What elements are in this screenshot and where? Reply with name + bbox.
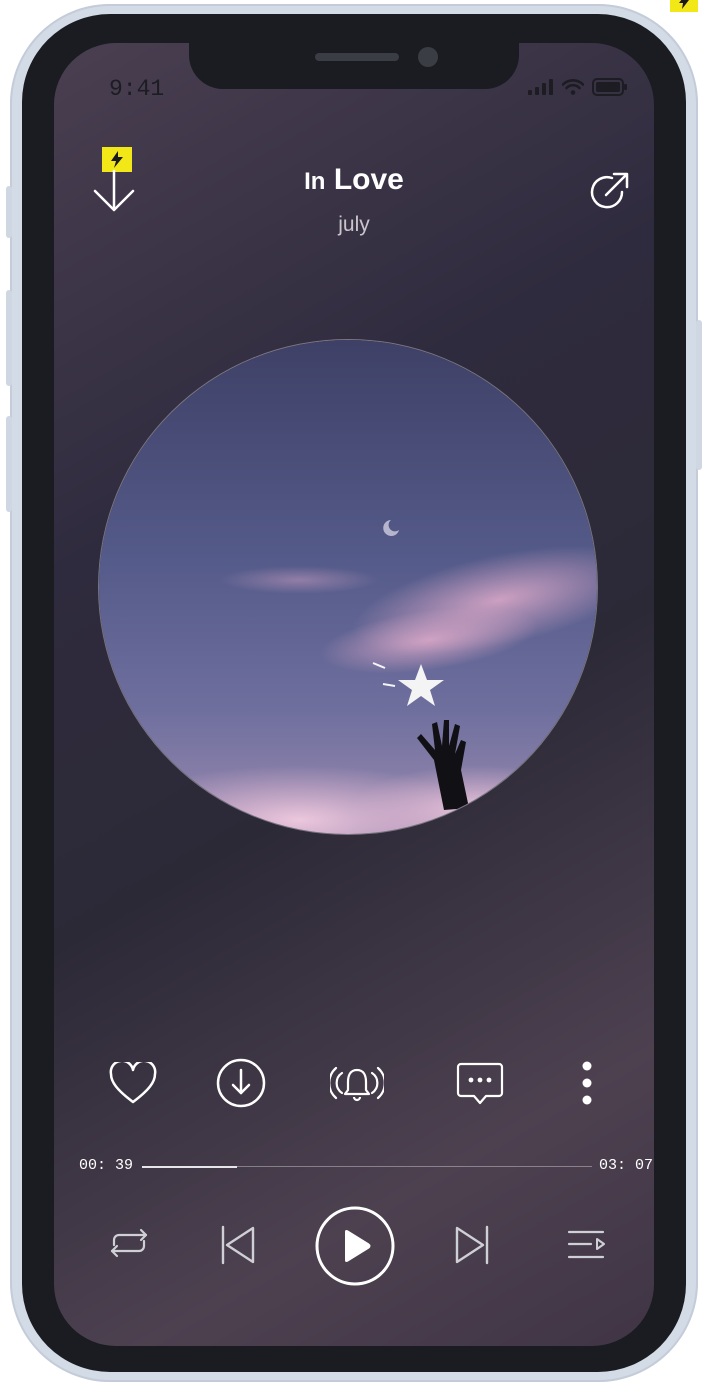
wifi-icon xyxy=(562,79,584,95)
more-vertical-icon xyxy=(582,1061,592,1105)
share-icon xyxy=(590,172,629,209)
playback-controls xyxy=(54,1203,654,1287)
comment-button[interactable] xyxy=(456,1057,504,1109)
status-icons xyxy=(528,78,628,96)
status-time: 9:41 xyxy=(109,76,165,102)
next-button[interactable] xyxy=(452,1223,492,1267)
playlist-button[interactable] xyxy=(566,1227,606,1263)
album-art xyxy=(99,340,597,834)
heart-icon xyxy=(109,1062,157,1104)
album-cover xyxy=(98,339,598,835)
ringtone-bell-icon xyxy=(330,1066,384,1102)
more-button[interactable] xyxy=(574,1057,600,1109)
current-time: 00: 39 xyxy=(79,1157,134,1174)
download-button[interactable] xyxy=(216,1057,266,1109)
repeat-icon xyxy=(110,1228,148,1258)
flash-badge xyxy=(670,0,698,12)
previous-track-icon xyxy=(221,1225,255,1265)
notch xyxy=(189,43,519,89)
cellular-signal-icon xyxy=(528,79,553,95)
repeat-button[interactable] xyxy=(106,1225,152,1261)
side-button-power xyxy=(696,320,702,470)
play-button[interactable] xyxy=(314,1205,396,1287)
total-time: 03: 07 xyxy=(599,1157,654,1174)
side-button-volume-up xyxy=(6,290,12,386)
song-title-prefix: In xyxy=(304,168,326,195)
ringtone-button[interactable] xyxy=(330,1057,384,1109)
share-button[interactable] xyxy=(586,169,632,215)
next-track-icon xyxy=(455,1225,489,1265)
battery-icon xyxy=(592,78,627,96)
action-bar xyxy=(54,1057,654,1109)
previous-button[interactable] xyxy=(218,1223,258,1267)
screen: 9:41 In Love july 00: 39 03: 07 xyxy=(54,43,654,1346)
download-circle-icon xyxy=(216,1058,266,1108)
artist-name: july xyxy=(338,213,370,236)
song-title-main: Love xyxy=(333,163,404,196)
progress-bar[interactable] xyxy=(142,1165,592,1168)
page: 9:41 In Love july 00: 39 03: 07 xyxy=(0,0,708,1384)
side-button-mute xyxy=(6,186,12,238)
side-button-volume-down xyxy=(6,416,12,512)
play-icon xyxy=(315,1206,395,1286)
like-button[interactable] xyxy=(108,1057,158,1109)
progress-fill xyxy=(142,1165,237,1168)
playlist-icon xyxy=(567,1230,605,1259)
lightning-icon xyxy=(679,0,689,9)
song-title: In Love xyxy=(54,163,654,197)
comment-icon xyxy=(456,1062,504,1105)
